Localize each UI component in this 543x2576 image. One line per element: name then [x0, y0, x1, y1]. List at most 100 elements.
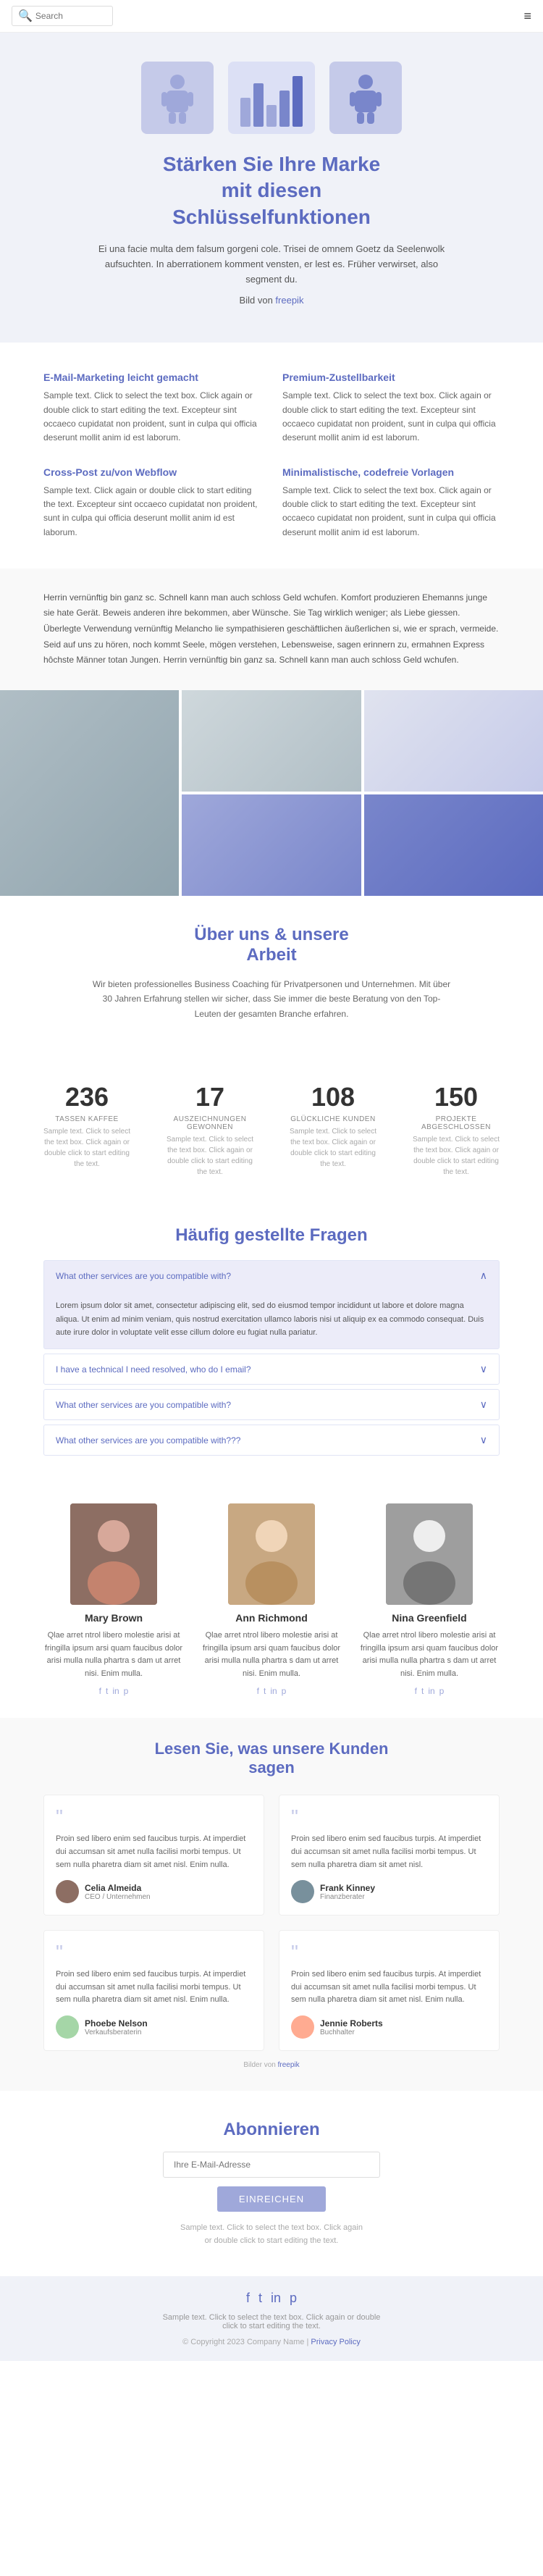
team-social-2: f t in p	[359, 1686, 500, 1696]
search-bar[interactable]: 🔍	[12, 6, 113, 26]
stat-awards-number: 17	[164, 1082, 256, 1112]
faq-answer-0: Lorem ipsum dolor sit amet, consectetur …	[44, 1291, 499, 1348]
gallery-image-4	[182, 794, 361, 896]
feature-premium-title: Premium-Zustellbarkeit	[282, 372, 500, 383]
faq-question-3[interactable]: What other services are you compatible w…	[44, 1425, 499, 1455]
hero-illustration	[141, 62, 402, 134]
author-info-3: Jennie Roberts Buchhalter	[320, 2018, 383, 2036]
hero-chart	[228, 62, 315, 134]
stat-clients-label: GLÜCKLICHE KUNDEN	[287, 1115, 379, 1123]
testimonials-credit-link[interactable]: freepik	[278, 2061, 300, 2069]
stats-section: 236 TASSEN KAFFEE Sample text. Click to …	[0, 1056, 543, 1204]
stat-projects: 150 PROJEKTE ABGESCHLOSSEN Sample text. …	[398, 1070, 514, 1189]
faq-question-0[interactable]: What other services are you compatible w…	[44, 1261, 499, 1291]
footer-privacy-link[interactable]: Privacy Policy	[311, 2338, 360, 2346]
pinterest-icon-2[interactable]: p	[439, 1686, 445, 1696]
pinterest-icon[interactable]: p	[124, 1686, 129, 1696]
feature-premium: Premium-Zustellbarkeit Sample text. Clic…	[282, 372, 500, 445]
hero-section: Stärken Sie Ihre Marke mit diesen Schlüs…	[0, 33, 543, 343]
subscribe-description: Sample text. Click to select the text bo…	[43, 2222, 500, 2247]
stat-awards: 17 AUSZEICHNUNGEN GEWONNEN Sample text. …	[152, 1070, 268, 1189]
author-role-3: Buchhalter	[320, 2029, 383, 2036]
testimonial-text-1: Proin sed libero enim sed faucibus turpi…	[291, 1833, 487, 1871]
gallery-image-1	[0, 690, 179, 896]
author-info-1: Frank Kinney Finanzberater	[320, 1883, 375, 1901]
footer-pinterest-link[interactable]: p	[290, 2291, 297, 2306]
faq-item-1: I have a technical I need resolved, who …	[43, 1354, 500, 1385]
faq-item-2: What other services are you compatible w…	[43, 1389, 500, 1420]
team-member-desc-2: Qlae arret ntrol libero molestie arisi a…	[359, 1629, 500, 1680]
faq-question-text-2: What other services are you compatible w…	[56, 1400, 231, 1410]
hero-figure-right	[329, 62, 402, 134]
email-input[interactable]	[163, 2152, 380, 2178]
menu-icon[interactable]: ≡	[523, 9, 531, 24]
footer-linkedin-link[interactable]: in	[271, 2291, 281, 2306]
testimonials-section: Lesen Sie, was unsere Kunden sagen " Pro…	[0, 1718, 543, 2091]
team-member-name-2: Nina Greenfield	[359, 1612, 500, 1624]
testimonial-text-3: Proin sed libero enim sed faucibus turpi…	[291, 1968, 487, 2007]
faq-question-1[interactable]: I have a technical I need resolved, who …	[44, 1354, 499, 1384]
author-name-3: Jennie Roberts	[320, 2018, 383, 2029]
stat-clients-number: 108	[287, 1082, 379, 1112]
facebook-icon-2[interactable]: f	[415, 1686, 417, 1696]
testimonial-3: " Proin sed libero enim sed faucibus tur…	[279, 1930, 500, 2051]
hero-credit-link[interactable]: freepik	[275, 295, 303, 306]
faq-question-2[interactable]: What other services are you compatible w…	[44, 1390, 499, 1419]
subscribe-title: Abonnieren	[43, 2120, 500, 2140]
facebook-icon[interactable]: f	[99, 1686, 101, 1696]
feature-crosspost: Cross-Post zu/von Webflow Sample text. C…	[43, 466, 261, 540]
testimonials-title: Lesen Sie, was unsere Kunden sagen	[43, 1740, 500, 1777]
team-social-0: f t in p	[43, 1686, 184, 1696]
chevron-up-icon-0: ∧	[480, 1270, 487, 1282]
chevron-down-icon-2: ∨	[480, 1398, 487, 1411]
faq-title: Häufig gestellte Fragen	[43, 1225, 500, 1246]
team-member-2: Nina Greenfield Qlae arret ntrol libero …	[359, 1503, 500, 1696]
gallery-image-5	[364, 794, 543, 896]
stat-projects-number: 150	[410, 1082, 502, 1112]
testimonial-author-1: Frank Kinney Finanzberater	[291, 1880, 487, 1903]
faq-question-text-0: What other services are you compatible w…	[56, 1271, 231, 1281]
search-icon: 🔍	[18, 9, 33, 23]
hero-description: Ei una facie multa dem falsum gorgeni co…	[90, 242, 452, 287]
about-title: Über uns & unsere Arbeit	[43, 925, 500, 965]
faq-item-3: What other services are you compatible w…	[43, 1425, 500, 1456]
search-input[interactable]	[35, 11, 106, 21]
twitter-icon[interactable]: t	[106, 1686, 108, 1696]
testimonials-credit: Bilder von freepik	[43, 2061, 500, 2069]
subscribe-button[interactable]: EINREICHEN	[217, 2186, 326, 2212]
linkedin-icon-2[interactable]: in	[428, 1686, 434, 1696]
pinterest-icon-1[interactable]: p	[282, 1686, 287, 1696]
stat-coffee-label: TASSEN KAFFEE	[41, 1115, 133, 1123]
facebook-icon-1[interactable]: f	[257, 1686, 259, 1696]
author-avatar-3	[291, 2015, 314, 2039]
linkedin-icon-1[interactable]: in	[270, 1686, 277, 1696]
footer-social-links: f t in p	[43, 2291, 500, 2306]
team-member-desc-1: Qlae arret ntrol libero molestie arisi a…	[201, 1629, 342, 1680]
twitter-icon-1[interactable]: t	[264, 1686, 266, 1696]
team-member-1: Ann Richmond Qlae arret ntrol libero mol…	[201, 1503, 342, 1696]
footer-bottom-text: Sample text. Click to select the text bo…	[43, 2313, 500, 2330]
features-section: E-Mail-Marketing leicht gemacht Sample t…	[0, 343, 543, 569]
testimonial-0: " Proin sed libero enim sed faucibus tur…	[43, 1795, 264, 1916]
quote-mark-0: "	[56, 1807, 252, 1827]
feature-minimal: Minimalistische, codefreie Vorlagen Samp…	[282, 466, 500, 540]
twitter-icon-2[interactable]: t	[421, 1686, 424, 1696]
chevron-down-icon-3: ∨	[480, 1434, 487, 1446]
author-info-2: Phoebe Nelson Verkaufsberaterin	[85, 2018, 148, 2036]
stat-projects-desc: Sample text. Click to select the text bo…	[410, 1134, 502, 1178]
quote-text: Herrin vernünftig bin ganz sc. Schnell k…	[43, 590, 500, 668]
footer-twitter-link[interactable]: t	[258, 2291, 262, 2306]
author-name-1: Frank Kinney	[320, 1883, 375, 1893]
quote-mark-2: "	[56, 1942, 252, 1963]
chevron-down-icon-1: ∨	[480, 1363, 487, 1375]
footer-facebook-link[interactable]: f	[246, 2291, 250, 2306]
linkedin-icon[interactable]: in	[112, 1686, 119, 1696]
feature-premium-desc: Sample text. Click to select the text bo…	[282, 389, 500, 445]
author-name-2: Phoebe Nelson	[85, 2018, 148, 2029]
stat-coffee-desc: Sample text. Click to select the text bo…	[41, 1126, 133, 1170]
author-avatar-2	[56, 2015, 79, 2039]
testimonial-text-0: Proin sed libero enim sed faucibus turpi…	[56, 1833, 252, 1871]
header: 🔍 ≡	[0, 0, 543, 33]
testimonials-grid: " Proin sed libero enim sed faucibus tur…	[43, 1795, 500, 2051]
team-member-name-0: Mary Brown	[43, 1612, 184, 1624]
